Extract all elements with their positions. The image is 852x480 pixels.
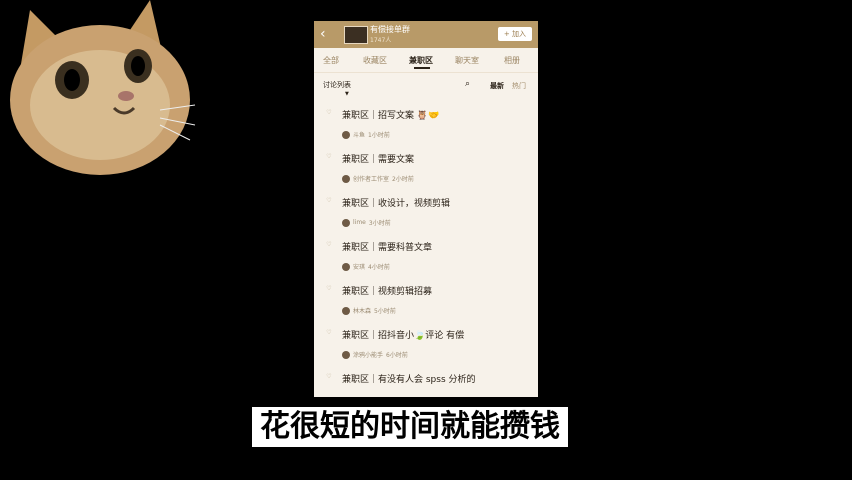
upvote-icon[interactable]: ♡	[324, 109, 334, 117]
post-author: 林木森	[353, 308, 372, 315]
post-time: 3小时前	[368, 220, 391, 227]
post-author: 斗鱼	[353, 132, 366, 139]
avatar	[342, 174, 350, 183]
tab-favorites[interactable]: 收藏区	[363, 55, 387, 66]
post-time: 6小时前	[386, 352, 408, 359]
post-time: 4小时前	[368, 264, 390, 271]
post-author: 安琪	[353, 264, 366, 271]
tab-chat-room[interactable]: 聊天室	[455, 55, 479, 66]
post-title: 兼职区｜需要文案	[342, 155, 415, 165]
avatar	[342, 350, 350, 359]
sort-hot[interactable]: 热门	[512, 81, 526, 91]
list-item[interactable]: ♡ 兼职区｜招抖音小🍃评论 有偿 涂鸦小能手 6小时前	[314, 321, 538, 365]
filter-bar: 讨论列表 ▼ ⌕ 最新 热门	[314, 73, 538, 101]
list-item[interactable]: ♡ 兼职区｜招写文案 🦉🤝 斗鱼 1小时前	[314, 101, 538, 145]
post-time: 5小时前	[374, 308, 396, 315]
list-item[interactable]: ♡ 兼职区｜有没有人会 spss 分析的	[314, 365, 538, 397]
post-time: 1小时前	[368, 132, 390, 139]
post-author: lime	[353, 219, 366, 226]
video-caption: 花很短的时间就能攒钱	[252, 407, 568, 447]
post-time: 2小时前	[392, 176, 414, 183]
list-item[interactable]: ♡ 兼职区｜收设计，视频剪辑 lime 3小时前	[314, 189, 538, 233]
list-item[interactable]: ♡ 兼职区｜需要科普文章 安琪 4小时前	[314, 233, 538, 277]
upvote-icon[interactable]: ♡	[324, 241, 334, 249]
avatar	[342, 130, 350, 139]
discussion-list-label[interactable]: 讨论列表	[323, 80, 351, 90]
sort-newest[interactable]: 最新	[490, 81, 504, 91]
post-title: 兼职区｜招写文案 🦉🤝	[342, 111, 440, 121]
list-item[interactable]: ♡ 兼职区｜需要文案 创作者工作室 2小时前	[314, 145, 538, 189]
group-title: 有偿接单群	[370, 25, 410, 34]
group-avatar	[344, 26, 368, 44]
chevron-down-icon[interactable]: ▼	[345, 91, 349, 97]
upvote-icon[interactable]: ♡	[324, 285, 334, 293]
tab-all[interactable]: 全部	[323, 55, 339, 66]
search-icon[interactable]: ⌕	[465, 79, 470, 89]
upvote-icon[interactable]: ♡	[324, 373, 334, 381]
phone-screen: ‹ 有偿接单群 1747人 + 加入 全部 收藏区 兼职区 聊天室 相册 讨论列…	[314, 21, 538, 397]
avatar	[342, 218, 350, 227]
post-title: 兼职区｜需要科普文章	[342, 243, 433, 253]
back-arrow-icon[interactable]: ‹	[320, 26, 326, 42]
post-title: 兼职区｜收设计，视频剪辑	[342, 199, 451, 209]
post-list: ♡ 兼职区｜招写文案 🦉🤝 斗鱼 1小时前 ♡ 兼职区｜需要文案 创作者工作室 2小…	[314, 101, 538, 397]
tab-part-time[interactable]: 兼职区	[409, 55, 433, 66]
tab-bar: 全部 收藏区 兼职区 聊天室 相册	[314, 48, 538, 73]
post-title: 兼职区｜招抖音小🍃评论 有偿	[342, 331, 465, 341]
post-title: 兼职区｜有没有人会 spss 分析的	[342, 375, 476, 385]
group-member-count: 1747人	[370, 37, 392, 44]
post-author: 创作者工作室	[353, 176, 390, 183]
tab-album[interactable]: 相册	[504, 55, 520, 66]
group-header: ‹ 有偿接单群 1747人 + 加入	[314, 21, 538, 48]
upvote-icon[interactable]: ♡	[324, 153, 334, 161]
avatar	[342, 306, 350, 315]
avatar	[342, 262, 350, 271]
upvote-icon[interactable]: ♡	[324, 197, 334, 205]
list-item[interactable]: ♡ 兼职区｜视频剪辑招募 林木森 5小时前	[314, 277, 538, 321]
active-tab-indicator	[414, 67, 430, 69]
join-button[interactable]: + 加入	[497, 27, 532, 41]
cat-sticker	[10, 0, 196, 175]
post-author: 涂鸦小能手	[353, 352, 384, 359]
upvote-icon[interactable]: ♡	[324, 329, 334, 337]
post-title: 兼职区｜视频剪辑招募	[342, 287, 433, 297]
